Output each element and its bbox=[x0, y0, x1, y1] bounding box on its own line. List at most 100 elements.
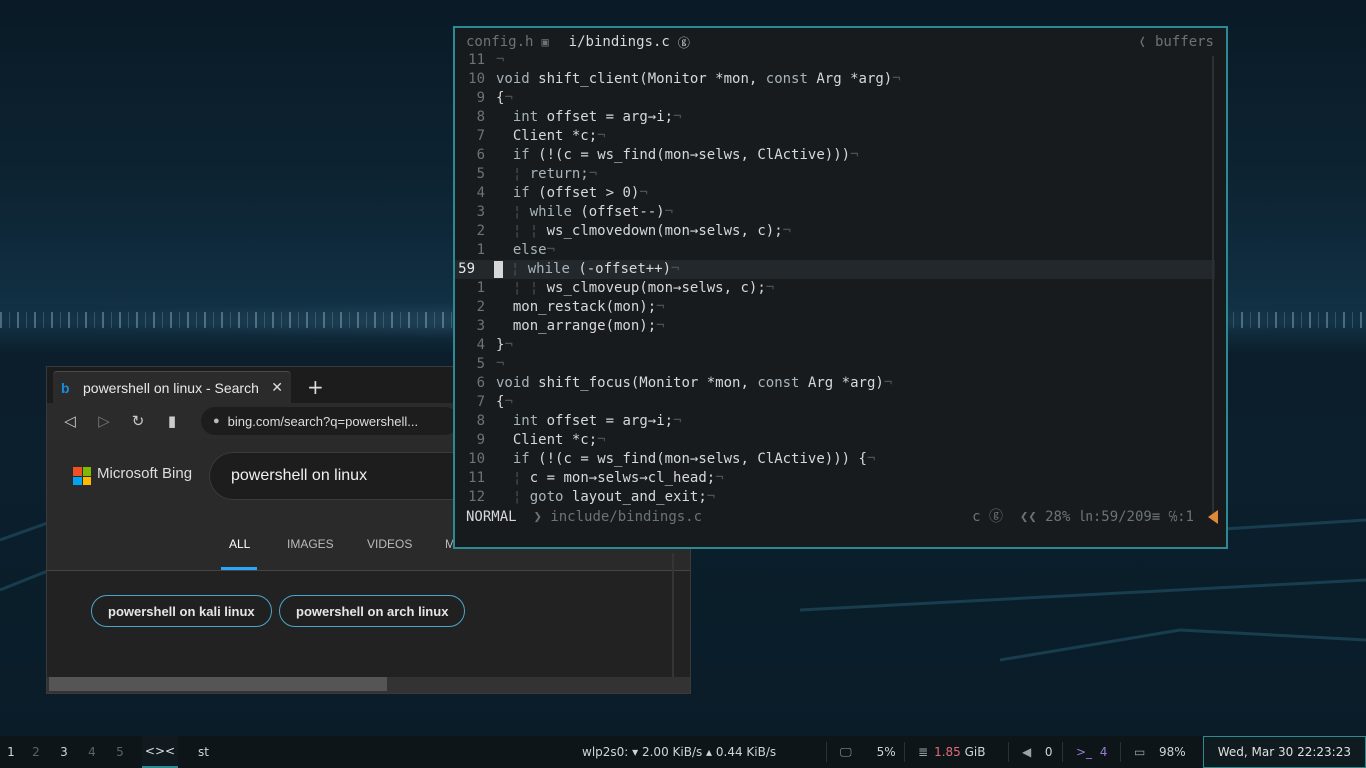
code-text: if (!(c = ws_find(mon→selws, ClActive)))… bbox=[512, 451, 867, 467]
text-cursor bbox=[494, 261, 503, 278]
bing-brand[interactable]: Microsoft Bing bbox=[97, 465, 192, 482]
code-line[interactable]: 8 int offset = arg→i;¬ bbox=[455, 108, 1215, 127]
battery-icon: ▭ bbox=[1134, 745, 1146, 759]
eol-marker: ¬ bbox=[706, 489, 716, 505]
battery-value: 98% bbox=[1158, 745, 1186, 759]
code-line[interactable]: 9 Client *c;¬ bbox=[455, 431, 1215, 450]
reload-icon[interactable]: ↻ bbox=[129, 412, 147, 430]
terminal-count-value: 4 bbox=[1099, 745, 1108, 759]
bookmark-icon[interactable]: ▮ bbox=[163, 412, 181, 430]
code-text: int offset = arg→i; bbox=[512, 413, 674, 429]
tab-videos[interactable]: VIDEOS bbox=[367, 537, 412, 551]
workspace-4[interactable]: 4 bbox=[78, 745, 106, 759]
buffer-tab-config[interactable]: config.h bbox=[466, 34, 533, 50]
code-line[interactable]: 11 ¬ bbox=[455, 51, 1215, 70]
memory-value: 1.85 bbox=[934, 745, 961, 759]
code-line[interactable]: 5 ¦ return;¬ bbox=[455, 165, 1215, 184]
workspace-1[interactable]: 1 bbox=[0, 745, 22, 759]
eol-marker: ¬ bbox=[850, 147, 859, 163]
code-line[interactable]: 5 ¬ bbox=[455, 355, 1215, 374]
buffers-label: ❬ buffers bbox=[1138, 34, 1214, 50]
code-line[interactable]: 6 if (!(c = ws_find(mon→selws, ClActive)… bbox=[455, 146, 1215, 165]
c-file-icon: ⓖ bbox=[677, 35, 690, 50]
code-text: void shift_focus(Monitor *mon, const Arg… bbox=[496, 375, 884, 391]
code-line[interactable]: 1 ¦ ¦ ws_clmoveup(mon→selws, c);¬ bbox=[455, 279, 1215, 298]
workspace-2[interactable]: 2 bbox=[22, 745, 50, 759]
suggestion-chip[interactable]: powershell on arch linux bbox=[279, 595, 466, 627]
cpu-value: 5% bbox=[876, 745, 896, 759]
new-tab-button[interactable]: + bbox=[307, 375, 324, 399]
speaker-icon: ◀ bbox=[1022, 745, 1032, 759]
code-line[interactable]: 10 if (!(c = ws_find(mon→selws, ClActive… bbox=[455, 450, 1215, 469]
code-line[interactable]: 8 int offset = arg→i;¬ bbox=[455, 412, 1215, 431]
line-number: 6 bbox=[476, 375, 485, 391]
tab-images[interactable]: IMAGES bbox=[287, 537, 334, 551]
terminal-window[interactable]: config.h ▣ i/bindings.c ⓖ ❬ buffers 11 ¬ 1… bbox=[453, 26, 1228, 549]
code-line[interactable]: 1 else¬ bbox=[455, 241, 1215, 260]
memory-unit: GiB bbox=[964, 745, 986, 759]
line-number: 5 bbox=[476, 356, 485, 372]
line-number: 1 bbox=[476, 280, 485, 296]
code-line[interactable]: 3 ¦ while (offset--)¬ bbox=[455, 203, 1215, 222]
vertical-scrollbar[interactable] bbox=[672, 553, 674, 678]
eol-marker: ¬ bbox=[639, 185, 648, 201]
line-number: 59 bbox=[458, 261, 475, 277]
line-number: 5 bbox=[476, 166, 485, 182]
workspace-3[interactable]: 3 bbox=[50, 745, 78, 759]
workspace-5[interactable]: 5 bbox=[106, 745, 134, 759]
code-line[interactable]: 6 void shift_focus(Monitor *mon, const Ar… bbox=[455, 374, 1215, 393]
code-line[interactable]: 12 ¦ goto layout_and_exit;¬ bbox=[455, 488, 1215, 507]
code-line[interactable]: 4}¬ bbox=[455, 336, 1215, 355]
separator-icon: ❯ bbox=[533, 509, 542, 525]
tab-close-icon[interactable]: ✕ bbox=[271, 379, 283, 396]
tab-all[interactable]: ALL bbox=[229, 537, 250, 551]
code-line[interactable]: 7 {¬ bbox=[455, 393, 1215, 412]
line-number: 1 bbox=[476, 242, 485, 258]
browser-tab[interactable]: b powershell on linux - Search ✕ bbox=[53, 371, 291, 403]
volume-status[interactable]: ◀ 0 bbox=[1022, 736, 1053, 768]
code-line[interactable]: 4 if (offset > 0)¬ bbox=[455, 184, 1215, 203]
code-line[interactable]: 3 mon_arrange(mon);¬ bbox=[455, 317, 1215, 336]
buffer-tab-bindings[interactable]: i/bindings.c bbox=[569, 34, 670, 50]
code-text: void shift_client(Monitor *mon, const Ar… bbox=[496, 71, 893, 87]
code-line[interactable]: 10 void shift_client(Monitor *mon, const … bbox=[455, 70, 1215, 89]
active-scope-indicator bbox=[221, 567, 257, 570]
code-line[interactable]: 11 ¦ c = mon→selws→cl_head;¬ bbox=[455, 469, 1215, 488]
file-path: include/bindings.c bbox=[550, 509, 703, 525]
horizontal-scrollbar[interactable] bbox=[49, 677, 387, 691]
line-number: 2 bbox=[476, 223, 485, 239]
code-line[interactable]: 9 {¬ bbox=[455, 89, 1215, 108]
vim-statusline: NORMAL ❯ include/bindings.c c ⓖ ❮❮ 28% ㏑:… bbox=[455, 507, 1226, 527]
divider bbox=[1062, 742, 1063, 762]
eol-marker: ¬ bbox=[656, 299, 665, 315]
eol-marker: ¬ bbox=[597, 128, 606, 144]
eol-marker: ¬ bbox=[588, 166, 598, 182]
forward-icon[interactable]: ▷ bbox=[95, 412, 113, 430]
status-right: c ⓖ ❮❮ 28% ㏑:59/209≡ ℅:1 bbox=[972, 509, 1194, 525]
eol-marker: ¬ bbox=[715, 470, 724, 486]
bing-favicon-icon: b bbox=[61, 379, 70, 396]
status-bar: 1 2 3 4 5 <>< st wlp2s0: ▾ 2.00 KiB/s ▴ … bbox=[0, 736, 1366, 768]
line-number: 4 bbox=[476, 337, 485, 353]
url-bar[interactable]: ● bing.com/search?q=powershell... bbox=[201, 407, 459, 435]
code-line[interactable]: 2 ¦ ¦ ws_clmovedown(mon→selws, c);¬ bbox=[455, 222, 1215, 241]
line-number: 11 bbox=[468, 470, 485, 486]
code-text: ¦ ¦ ws_clmovedown(mon→selws, c); bbox=[512, 223, 783, 239]
eol-marker: ¬ bbox=[496, 356, 505, 372]
code-text: int offset = arg→i; bbox=[512, 109, 674, 125]
code-text: if (offset > 0) bbox=[512, 185, 640, 201]
code-text: else bbox=[512, 242, 547, 258]
back-icon[interactable]: ◁ bbox=[61, 412, 79, 430]
code-line[interactable]: 7 Client *c;¬ bbox=[455, 127, 1215, 146]
code-line[interactable]: 2 mon_restack(mon);¬ bbox=[455, 298, 1215, 317]
layout-indicator[interactable]: <>< bbox=[142, 736, 178, 768]
eol-marker: ¬ bbox=[504, 337, 513, 353]
suggestion-chip[interactable]: powershell on kali linux bbox=[91, 595, 272, 627]
eol-marker: ¬ bbox=[892, 71, 901, 87]
related-searches: powershell on kali linux powershell on a… bbox=[47, 571, 690, 663]
code-line[interactable]: 59 ¦ while (-offset++)¬ bbox=[455, 260, 1215, 279]
code-area[interactable]: 11 ¬ 10 void shift_client(Monitor *mon, con… bbox=[455, 51, 1215, 507]
clock[interactable]: Wed, Mar 30 22:23:23 bbox=[1202, 736, 1366, 768]
vim-mode: NORMAL bbox=[466, 509, 517, 525]
eol-marker: ¬ bbox=[504, 394, 513, 410]
